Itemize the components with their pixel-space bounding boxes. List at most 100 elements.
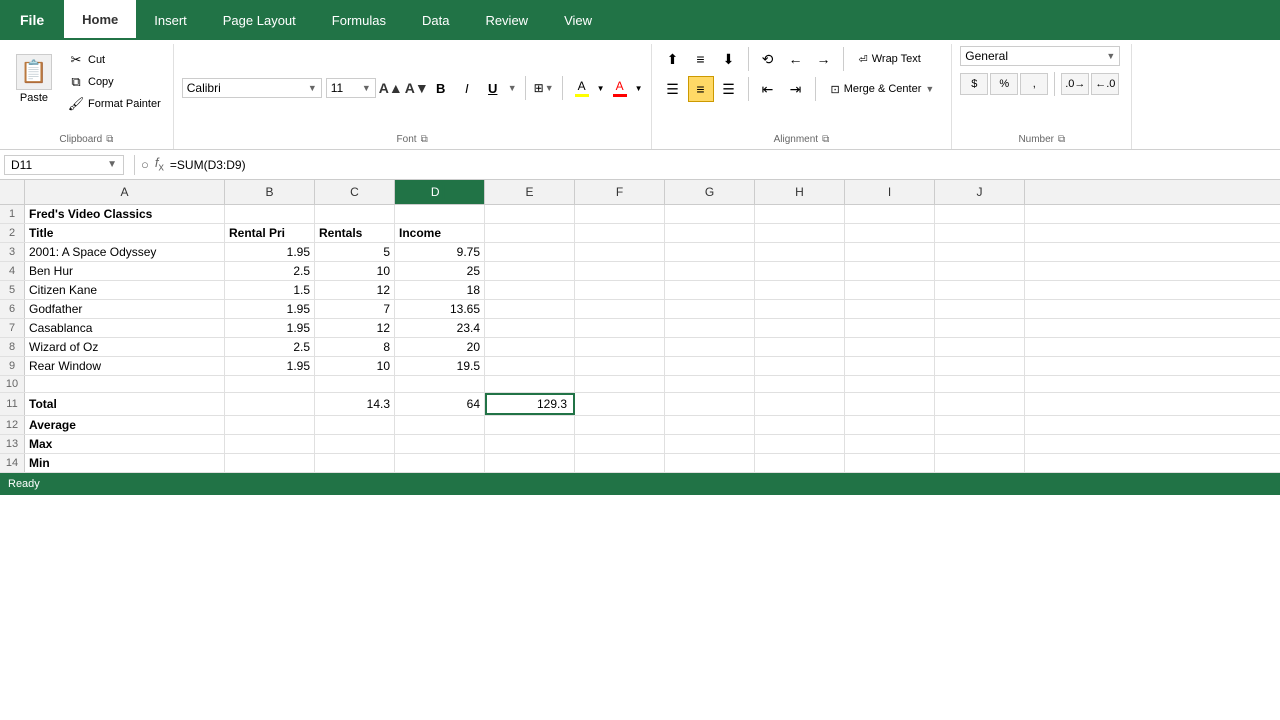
cell-d1[interactable] [395,205,485,223]
cell-a9[interactable]: Rear Window [25,357,225,375]
cell-e11[interactable] [575,393,665,415]
cell-j1[interactable] [935,205,1025,223]
cell-c14[interactable] [315,454,395,472]
decrease-indent-button[interactable]: ⇤ [755,76,781,102]
cell-b5[interactable]: 1.5 [225,281,315,299]
cell-b4[interactable]: 2.5 [225,262,315,280]
col-header-j[interactable]: J [935,180,1025,204]
cell-f1[interactable] [575,205,665,223]
cell-d3[interactable]: 9.75 [395,243,485,261]
cell-b3[interactable]: 1.95 [225,243,315,261]
cell-j6[interactable] [935,300,1025,318]
cell-j2[interactable] [935,224,1025,242]
cell-b6[interactable]: 1.95 [225,300,315,318]
cell-i12[interactable] [845,416,935,434]
cell-d6[interactable]: 13.65 [395,300,485,318]
cell-c6[interactable]: 7 [315,300,395,318]
cell-g4[interactable] [665,262,755,280]
cell-b7[interactable]: 1.95 [225,319,315,337]
cell-c2[interactable]: Rentals [315,224,395,242]
name-box[interactable]: D11 ▼ [4,155,124,175]
percent-button[interactable]: % [990,73,1018,95]
cell-e8[interactable] [485,338,575,356]
col-header-i[interactable]: I [845,180,935,204]
cell-a5[interactable]: Citizen Kane [25,281,225,299]
cell-i10[interactable] [845,376,935,392]
cell-g3[interactable] [665,243,755,261]
cell-e5[interactable] [485,281,575,299]
cell-f8[interactable] [575,338,665,356]
cell-i14[interactable] [845,454,935,472]
cell-e4[interactable] [485,262,575,280]
cell-a4[interactable]: Ben Hur [25,262,225,280]
col-header-c[interactable]: C [315,180,395,204]
align-bottom-button[interactable]: ⬇ [716,46,742,72]
cell-j5[interactable] [935,281,1025,299]
cell-e1[interactable] [485,205,575,223]
merge-center-button[interactable]: ⊡ Merge & Center ▼ [822,80,944,99]
cell-g8[interactable] [665,338,755,356]
cell-f4[interactable] [575,262,665,280]
font-color-arrow[interactable]: ▼ [635,84,643,93]
copy-button[interactable]: ⧉ Copy [64,72,165,92]
cell-c13[interactable] [315,435,395,453]
cell-i2[interactable] [845,224,935,242]
cell-c12[interactable] [315,416,395,434]
cell-d10[interactable] [395,376,485,392]
underline-button[interactable]: U [482,77,504,99]
row-num-13[interactable]: 13 [0,435,25,453]
cell-i9[interactable] [845,357,935,375]
cell-h6[interactable] [755,300,845,318]
text-direction-button[interactable]: ⟲ [755,46,781,72]
formula-fx-icon[interactable]: fx [155,155,164,174]
cell-g12[interactable] [665,416,755,434]
cell-d11[interactable]: 64 [395,393,485,415]
cell-b12[interactable] [225,416,315,434]
tab-file[interactable]: File [0,0,64,40]
cell-a1[interactable]: Fred's Video Classics [25,205,225,223]
cell-e3[interactable] [485,243,575,261]
formula-circle-icon[interactable]: ○ [141,157,149,172]
underline-arrow[interactable]: ▼ [508,83,517,93]
cell-e6[interactable] [485,300,575,318]
cell-h3[interactable] [755,243,845,261]
cell-b11[interactable] [225,393,315,415]
tab-review[interactable]: Review [467,0,546,40]
row-num-14[interactable]: 14 [0,454,25,472]
cell-h1[interactable] [755,205,845,223]
comma-button[interactable]: , [1020,73,1048,95]
cell-g13[interactable] [665,435,755,453]
indent-increase-button[interactable]: → [811,46,837,72]
decrease-decimal-button[interactable]: ←.0 [1091,73,1119,95]
cell-j7[interactable] [935,319,1025,337]
font-expand[interactable]: ⧉ [421,134,428,145]
align-top-button[interactable]: ⬆ [660,46,686,72]
cell-e12[interactable] [485,416,575,434]
cell-h4[interactable] [755,262,845,280]
cell-i11[interactable] [935,393,1025,415]
cell-h11[interactable] [845,393,935,415]
row-num-11[interactable]: 11 [0,393,25,415]
cell-e9[interactable] [485,357,575,375]
cell-h10[interactable] [755,376,845,392]
cell-h13[interactable] [755,435,845,453]
font-grow-button[interactable]: A▲ [380,77,402,99]
row-num-10[interactable]: 10 [0,376,25,392]
align-center-button[interactable]: ≡ [688,76,714,102]
row-num-8[interactable]: 8 [0,338,25,356]
cell-i1[interactable] [845,205,935,223]
cell-d4[interactable]: 25 [395,262,485,280]
cell-e7[interactable] [485,319,575,337]
cell-j4[interactable] [935,262,1025,280]
increase-decimal-button[interactable]: .0→ [1061,73,1089,95]
cell-d9[interactable]: 19.5 [395,357,485,375]
cell-c8[interactable]: 8 [315,338,395,356]
cell-i3[interactable] [845,243,935,261]
row-num-1[interactable]: 1 [0,205,25,223]
row-num-12[interactable]: 12 [0,416,25,434]
indent-decrease-button[interactable]: ← [783,46,809,72]
cell-g9[interactable] [665,357,755,375]
cell-b14[interactable] [225,454,315,472]
cell-c11[interactable]: 14.3 [315,393,395,415]
cell-h7[interactable] [755,319,845,337]
